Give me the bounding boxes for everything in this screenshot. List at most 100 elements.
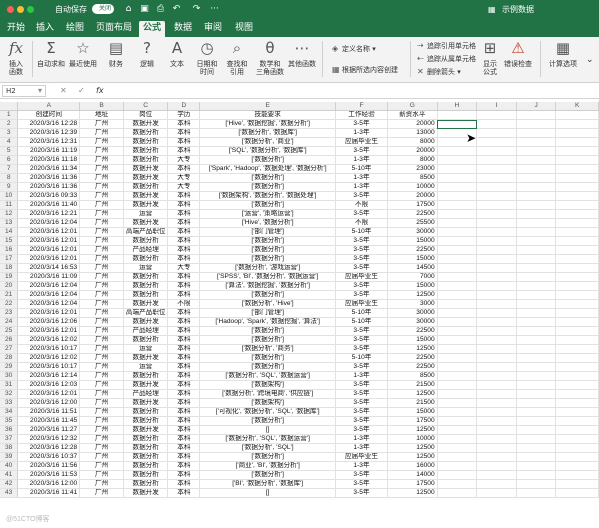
- cancel-icon[interactable]: ✕: [60, 85, 67, 97]
- cell-B2[interactable]: 广州: [79, 119, 124, 130]
- cell-E26[interactable]: ['数据分析']: [199, 335, 337, 346]
- cell-D36[interactable]: 本科: [167, 425, 201, 436]
- column-header-I[interactable]: I: [476, 102, 517, 112]
- cell-K2[interactable]: [555, 119, 599, 130]
- cell-A1[interactable]: 创建时间: [17, 110, 81, 121]
- cell-E12[interactable]: ['运营', '策略运营']: [199, 209, 337, 220]
- cell-C13[interactable]: 数据开发: [123, 218, 169, 229]
- cell-B25[interactable]: 广州: [79, 326, 124, 337]
- cell-C18[interactable]: 运营: [123, 263, 169, 274]
- column-header-D[interactable]: D: [167, 102, 201, 112]
- cell-E4[interactable]: ['数据分析', '商业']: [199, 137, 337, 148]
- tab-home[interactable]: 开始: [3, 21, 29, 37]
- cell-F22[interactable]: 应届毕业生: [335, 299, 388, 310]
- cell-D40[interactable]: 本科: [167, 461, 201, 472]
- cell-J37[interactable]: [516, 434, 557, 445]
- row-header[interactable]: 39: [0, 452, 19, 463]
- cell-A27[interactable]: 2020/3/16 10:17: [17, 344, 81, 355]
- cell-C24[interactable]: 数据开发: [123, 317, 169, 328]
- cell-H5[interactable]: [437, 146, 478, 157]
- cell-H34[interactable]: [437, 407, 478, 418]
- cell-H24[interactable]: [437, 317, 478, 328]
- cell-H8[interactable]: [437, 173, 478, 184]
- close-window-button[interactable]: [7, 6, 14, 13]
- cell-E13[interactable]: ['Hive', '数据分析']: [199, 218, 337, 229]
- remove-arrows-button[interactable]: ✕ 删除箭头 ▾: [417, 67, 461, 77]
- cell-C19[interactable]: 数据分析: [123, 272, 169, 283]
- cell-D33[interactable]: 本科: [167, 398, 201, 409]
- cell-F15[interactable]: 3-5年: [335, 236, 388, 247]
- cell-E18[interactable]: ['数据分析', '游戏运营']: [199, 263, 337, 274]
- cell-B15[interactable]: 广州: [79, 236, 124, 247]
- row-header[interactable]: 7: [0, 164, 19, 175]
- cell-D13[interactable]: 本科: [167, 218, 201, 229]
- cell-C25[interactable]: 产品经理: [123, 326, 169, 337]
- cell-B14[interactable]: 广州: [79, 227, 124, 238]
- cell-A34[interactable]: 2020/3/16 11:51: [17, 407, 81, 418]
- cell-A10[interactable]: 2020/3/16 09:33: [17, 191, 81, 202]
- cell-G37[interactable]: 10000: [387, 434, 438, 445]
- cell-B20[interactable]: 广州: [79, 281, 124, 292]
- show-formulas-button[interactable]: ⊞ 显示 公式: [480, 38, 500, 76]
- cell-I42[interactable]: [476, 479, 517, 490]
- row-header[interactable]: 4: [0, 137, 19, 148]
- cell-B40[interactable]: 广州: [79, 461, 124, 472]
- cell-I24[interactable]: [476, 317, 517, 328]
- tab-draw[interactable]: 绘图: [62, 21, 88, 37]
- cell-G31[interactable]: 21500: [387, 380, 438, 391]
- cell-J13[interactable]: [516, 218, 557, 229]
- cell-J22[interactable]: [516, 299, 557, 310]
- column-header-H[interactable]: H: [437, 102, 478, 112]
- cell-D39[interactable]: 本科: [167, 452, 201, 463]
- cell-A31[interactable]: 2020/3/16 12:03: [17, 380, 81, 391]
- cell-B24[interactable]: 广州: [79, 317, 124, 328]
- cell-H33[interactable]: [437, 398, 478, 409]
- cell-A38[interactable]: 2020/3/16 12:28: [17, 443, 81, 454]
- cell-J18[interactable]: [516, 263, 557, 274]
- row-header[interactable]: 25: [0, 326, 19, 337]
- cell-E23[interactable]: ['部门管理']: [199, 308, 337, 319]
- cell-B30[interactable]: 广州: [79, 371, 124, 382]
- cell-A24[interactable]: 2020/3/16 12:06: [17, 317, 81, 328]
- column-header-J[interactable]: J: [516, 102, 557, 112]
- row-header[interactable]: 20: [0, 281, 19, 292]
- cell-G2[interactable]: 20000: [387, 119, 438, 130]
- cell-B27[interactable]: 广州: [79, 344, 124, 355]
- cell-J40[interactable]: [516, 461, 557, 472]
- cell-K15[interactable]: [555, 236, 599, 247]
- cell-H10[interactable]: [437, 191, 478, 202]
- cell-B5[interactable]: 广州: [79, 146, 124, 157]
- cell-G21[interactable]: 12500: [387, 290, 438, 301]
- cell-K5[interactable]: [555, 146, 599, 157]
- cell-J5[interactable]: [516, 146, 557, 157]
- cell-E34[interactable]: ['可视化', '数据分析', 'SQL', '数据库']: [199, 407, 337, 418]
- cell-H6[interactable]: [437, 155, 478, 166]
- column-header-E[interactable]: E: [199, 102, 337, 112]
- cell-E30[interactable]: ['数据分析', 'SQL', '数据运营']: [199, 371, 337, 382]
- cell-B12[interactable]: 广州: [79, 209, 124, 220]
- cell-I5[interactable]: [476, 146, 517, 157]
- cell-G20[interactable]: 15000: [387, 281, 438, 292]
- cell-D3[interactable]: 本科: [167, 128, 201, 139]
- cell-K28[interactable]: [555, 353, 599, 364]
- cell-F5[interactable]: 3-5年: [335, 146, 388, 157]
- cell-C6[interactable]: 数据分析: [123, 155, 169, 166]
- row-header[interactable]: 27: [0, 344, 19, 355]
- cell-K30[interactable]: [555, 371, 599, 382]
- cell-J3[interactable]: [516, 128, 557, 139]
- cell-A2[interactable]: 2020/3/16 12:28: [17, 119, 81, 130]
- cell-C43[interactable]: 数据开发: [123, 488, 169, 499]
- cell-F34[interactable]: 3-5年: [335, 407, 388, 418]
- cell-E40[interactable]: ['商业', 'BI', '数据分析']: [199, 461, 337, 472]
- cell-C38[interactable]: 数据分析: [123, 443, 169, 454]
- cell-A21[interactable]: 2020/3/16 12:04: [17, 290, 81, 301]
- row-header[interactable]: 29: [0, 362, 19, 373]
- cell-D4[interactable]: 本科: [167, 137, 201, 148]
- cell-J26[interactable]: [516, 335, 557, 346]
- cell-G25[interactable]: 22500: [387, 326, 438, 337]
- cell-C34[interactable]: 数据分析: [123, 407, 169, 418]
- cell-F41[interactable]: 3-5年: [335, 470, 388, 481]
- cell-E28[interactable]: ['数据分析']: [199, 353, 337, 364]
- cell-D8[interactable]: 大专: [167, 173, 201, 184]
- cell-I15[interactable]: [476, 236, 517, 247]
